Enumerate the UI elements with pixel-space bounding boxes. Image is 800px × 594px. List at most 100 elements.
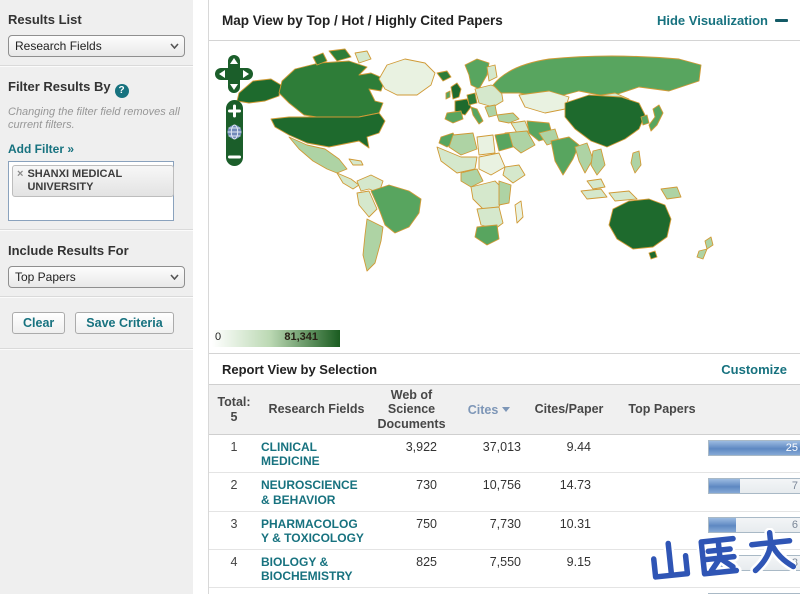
map-indonesia[interactable] [580,188,608,200]
map-india[interactable] [550,136,580,176]
map-uk[interactable] [450,82,462,100]
map-italy[interactable] [470,106,484,125]
customize-link[interactable]: Customize [721,362,787,377]
map-south-africa[interactable] [474,224,500,246]
page-title: Map View by Top / Hot / Highly Cited Pap… [222,12,503,28]
map-australia[interactable] [608,198,672,250]
filter-tag[interactable]: × SHANXI MEDICAL UNIVERSITY [12,165,174,197]
map-myanmar-thailand[interactable] [574,142,594,174]
row-documents: 3,922 [405,440,437,455]
map-korea[interactable] [640,114,650,126]
map-controls [215,55,253,166]
pan-control[interactable] [215,55,253,93]
chevron-down-icon [170,43,179,49]
results-list-select[interactable]: Research Fields [8,35,185,57]
map-visualization: 0 81,341 [209,41,800,354]
row-cites: 7,730 [489,516,521,531]
remove-filter-icon[interactable]: × [17,168,23,194]
top-papers-value: 7 [791,480,798,493]
map-canada[interactable] [278,60,386,120]
row-cites: 10,756 [482,478,521,493]
save-criteria-button[interactable]: Save Criteria [75,312,174,334]
include-results-select[interactable]: Top Papers [8,266,185,288]
map-caribbean[interactable] [348,158,364,166]
report-title: Report View by Selection [222,361,378,377]
legend-max-label: 81,341 [284,331,318,343]
row-cites-per-paper: 9.15 [566,555,591,570]
map-central-america[interactable] [336,172,360,190]
filter-hint-text: Changing the filter field removes all cu… [8,105,180,132]
results-list-label: Results List [8,12,82,27]
table-row: 2 NEUROSCIENCE & BEHAVIOR 730 10,756 14.… [209,473,800,512]
clear-button[interactable]: Clear [12,312,66,334]
row-rank: 1 [230,440,238,455]
hide-visualization-link[interactable]: Hide Visualization [657,13,768,28]
column-cites-sorted[interactable]: Cites [449,400,529,420]
incites-map-view-page: Results List Research Fields Filter Resu… [0,0,800,594]
map-papua-new-guinea[interactable] [660,186,682,200]
map-balkans[interactable] [484,104,498,118]
zoom-control[interactable] [226,100,243,166]
globe-icon[interactable] [227,124,242,140]
filter-tag-label: SHANXI MEDICAL UNIVERSITY [27,168,122,193]
watermark [648,528,796,583]
research-field-link[interactable]: BIOLOGY & BIOCHEMISTRY [261,555,365,583]
column-wos-documents[interactable]: Web of Science Documents [374,385,449,434]
add-filter-link[interactable]: Add Filter » [8,142,74,156]
row-rank: 2 [230,478,238,493]
row-documents: 750 [416,516,437,531]
include-results-for-label: Include Results For [8,243,129,258]
map-madagascar[interactable] [514,200,524,224]
world-map[interactable] [209,41,800,324]
map-sudan-chad[interactable] [478,152,506,176]
column-research-fields[interactable]: Research Fields [259,399,374,419]
map-libya[interactable] [476,134,496,156]
table-row: 0 ALL FIELDS 9,533 101,498 10.65 72 [209,588,800,594]
research-field-link[interactable]: NEUROSCIENCE & BEHAVIOR [261,478,365,506]
row-documents: 825 [416,555,437,570]
legend-min-label: 0 [215,331,222,343]
map-malaysia[interactable] [586,178,606,190]
minimize-icon[interactable] [775,18,788,22]
row-cites: 101,498 [449,588,529,594]
chevron-down-icon [170,274,179,280]
map-horn-of-africa[interactable] [502,164,526,184]
map-arctic-island[interactable] [328,48,352,62]
map-tasmania[interactable] [648,250,658,260]
column-cites-per-paper[interactable]: Cites/Paper [529,399,609,419]
map-kazakhstan[interactable] [518,90,570,114]
map-russia[interactable] [492,55,702,100]
help-icon[interactable]: ? [114,83,129,98]
table-header-row: Total: 5 Research Fields Web of Science … [209,384,800,436]
sidebar: Results List Research Fields Filter Resu… [0,0,193,594]
map-arctic-island[interactable] [354,50,372,64]
map-turkey[interactable] [496,112,520,124]
map-legend: 0 81,341 [212,330,340,347]
map-new-zealand[interactable] [696,248,708,260]
sidebar-divider [0,348,193,350]
map-germany[interactable] [466,92,478,106]
map-japan[interactable] [648,104,664,132]
column-top-papers[interactable]: Top Papers [609,399,800,419]
map-spain[interactable] [444,110,464,124]
research-field-link[interactable]: CLINICAL MEDICINE [261,440,365,468]
map-finland[interactable] [486,64,498,82]
map-philippines[interactable] [630,150,642,174]
map-algeria[interactable] [448,132,478,156]
map-scandinavia[interactable] [464,58,490,90]
map-indonesia[interactable] [608,190,638,202]
row-rank: 4 [230,555,238,570]
map-china[interactable] [564,94,646,148]
map-east-africa[interactable] [498,180,512,206]
map-ireland[interactable] [445,90,451,100]
map-iceland[interactable] [436,70,452,82]
map-usa[interactable] [270,112,386,149]
row-cites-per-paper: 10.31 [559,516,591,531]
research-field-link[interactable]: PHARMACOLOGY & TOXICOLOGY [261,517,365,545]
map-argentina-chile[interactable] [362,218,384,272]
map-new-zealand[interactable] [704,236,714,250]
map-greenland[interactable] [378,58,436,96]
map-indochina[interactable] [590,148,606,176]
row-documents: 9,533 [374,588,449,594]
row-cites: 7,550 [489,555,521,570]
